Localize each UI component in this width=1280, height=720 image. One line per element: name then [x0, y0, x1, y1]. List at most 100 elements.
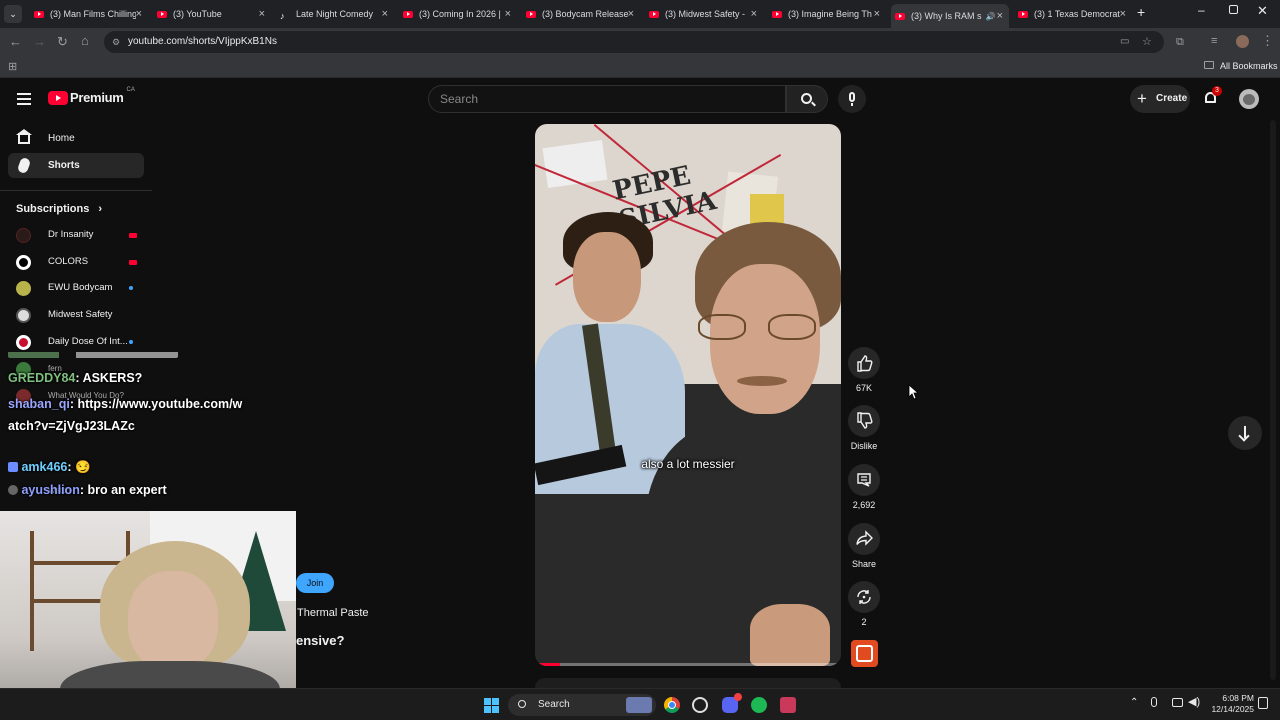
spotify-taskbar-icon[interactable]	[751, 697, 767, 713]
create-button[interactable]: + Create	[1130, 85, 1190, 113]
like-button[interactable]	[848, 347, 880, 379]
like-count: 67K	[855, 383, 872, 393]
browser-tab[interactable]: (3) Why Is RAM s 🔊 ×	[891, 4, 1009, 28]
remix-button[interactable]	[848, 581, 880, 613]
next-video-peek	[535, 678, 841, 688]
channel-avatar-thumb[interactable]	[851, 640, 878, 667]
forward-icon[interactable]: →	[33, 35, 46, 49]
notifications-button[interactable]: 3	[1203, 86, 1222, 106]
chrome-menu-icon[interactable]: ⋮	[1261, 34, 1274, 48]
clock[interactable]: 6:08 PM 12/14/2025	[1204, 693, 1254, 715]
volume-icon[interactable]: ◀)	[1188, 695, 1200, 708]
profile-avatar[interactable]	[1236, 35, 1249, 48]
taskbar-search[interactable]: Search	[508, 694, 656, 716]
network-icon[interactable]	[1172, 698, 1183, 707]
tray-chevron-icon[interactable]: ⌃	[1130, 697, 1138, 708]
tab-title: (3) Bodycam Release	[542, 9, 628, 19]
browser-tab[interactable]: ♪ Late Night Comedy ×	[276, 4, 394, 24]
man-left-face	[573, 232, 641, 322]
shorts-icon	[16, 156, 32, 175]
subscription-item[interactable]: Daily Dose Of Int...	[16, 332, 146, 352]
discord-taskbar-icon[interactable]	[722, 693, 742, 713]
address-bar[interactable]: ⚙ youtube.com/shorts/VIjppKxB1Ns ▭ ☆	[104, 31, 1164, 53]
channel-avatar	[16, 335, 31, 350]
bookmark-star-icon[interactable]: ☆	[1142, 31, 1152, 53]
subscriptions-heading[interactable]: Subscriptions ›	[16, 203, 102, 215]
close-tab-icon[interactable]: ×	[997, 10, 1003, 22]
cast-icon[interactable]: ▭	[1120, 31, 1129, 53]
short-title-fragment[interactable]: ensive?	[296, 633, 344, 648]
tab-search-dropdown[interactable]: ⌄	[4, 5, 22, 23]
close-tab-icon[interactable]: ×	[259, 8, 265, 20]
microphone-tray-icon[interactable]	[1151, 697, 1157, 707]
close-tab-icon[interactable]: ×	[382, 8, 388, 20]
thumbs-down-icon	[857, 412, 873, 429]
restore-button[interactable]	[1229, 5, 1238, 14]
minimize-button[interactable]: –	[1198, 3, 1205, 17]
close-window-button[interactable]: ✕	[1257, 3, 1268, 19]
page-scrollbar[interactable]	[1270, 120, 1276, 680]
close-tab-icon[interactable]: ×	[628, 8, 634, 20]
streamer-face	[128, 571, 218, 671]
reload-icon[interactable]: ↻	[57, 35, 68, 49]
app-taskbar-icon[interactable]	[780, 697, 796, 713]
tab-title: (3) 1 Texas Democrat	[1034, 9, 1120, 19]
search-input[interactable]: Search	[428, 85, 786, 113]
browser-tab[interactable]: (3) Man Films Chilling ×	[30, 4, 148, 24]
chrome-taskbar-icon[interactable]	[664, 697, 680, 713]
sidebar-item-home[interactable]: Home	[8, 126, 144, 151]
account-avatar[interactable]	[1239, 89, 1259, 109]
clock-date: 12/14/2025	[1211, 704, 1254, 714]
dislike-button[interactable]	[848, 405, 880, 437]
guide-menu-icon[interactable]	[17, 93, 31, 105]
close-tab-icon[interactable]: ×	[751, 8, 757, 20]
browser-tab[interactable]: (3) Imagine Being Th ×	[768, 4, 886, 24]
channel-name-fragment[interactable]: Thermal Paste	[297, 607, 369, 619]
subscription-item[interactable]: COLORS	[16, 252, 146, 272]
notification-center-icon[interactable]	[1258, 697, 1268, 709]
close-tab-icon[interactable]: ×	[505, 8, 511, 20]
youtube-icon	[157, 10, 167, 18]
back-icon[interactable]: ←	[9, 35, 22, 49]
channel-avatar	[16, 281, 31, 296]
close-tab-icon[interactable]: ×	[1120, 8, 1126, 20]
short-video-player[interactable]: PEPE SILVIA also a lot messier	[535, 124, 841, 666]
sidebar-item-shorts[interactable]: Shorts	[8, 153, 144, 178]
site-info-icon[interactable]: ⚙	[112, 31, 120, 53]
search-button[interactable]	[786, 85, 828, 113]
share-button[interactable]	[848, 523, 880, 555]
browser-toolbar: ← → ↻ ⌂ ⚙ youtube.com/shorts/VIjppKxB1Ns…	[0, 28, 1280, 56]
subscription-item[interactable]: Dr Insanity	[16, 225, 146, 245]
all-bookmarks-link[interactable]: All Bookmarks	[1220, 61, 1278, 71]
next-short-button[interactable]	[1228, 416, 1262, 450]
progress-bar-track[interactable]	[539, 663, 837, 666]
subscription-item[interactable]: Midwest Safety	[16, 305, 146, 325]
subscription-item[interactable]: EWU Bodycam	[16, 278, 146, 298]
voice-search-button[interactable]	[838, 85, 866, 113]
plus-icon: +	[1137, 89, 1147, 108]
audio-playing-icon[interactable]: 🔊	[986, 12, 996, 21]
close-tab-icon[interactable]: ×	[874, 8, 880, 20]
apps-grid-icon[interactable]: ⊞	[8, 60, 17, 73]
browser-tab[interactable]: (3) YouTube ×	[153, 4, 271, 24]
tab-title: (3) Midwest Safety -	[665, 9, 746, 19]
join-button[interactable]: Join	[296, 573, 334, 593]
extensions-icon[interactable]: ⧉	[1176, 35, 1184, 49]
windows-start-icon[interactable]	[484, 698, 499, 713]
browser-tab[interactable]: (3) Midwest Safety - ×	[645, 4, 763, 24]
thumbs-up-icon	[857, 355, 873, 372]
logo-premium-text: Premium	[70, 90, 124, 105]
chat-message: shaban_qi: https://www.youtube.com/watch…	[8, 397, 243, 433]
browser-tab[interactable]: (3) Bodycam Release ×	[522, 4, 640, 24]
home-browser-icon[interactable]: ⌂	[81, 34, 89, 48]
comments-button[interactable]	[848, 464, 880, 496]
youtube-logo[interactable]: Premium CA	[48, 87, 135, 105]
close-tab-icon[interactable]: ×	[136, 8, 142, 20]
new-tab-button[interactable]: +	[1137, 4, 1145, 20]
browser-tab[interactable]: (3) Coming In 2026 | ×	[399, 4, 517, 24]
browser-tab[interactable]: (3) 1 Texas Democrat ×	[1014, 4, 1132, 24]
media-controls-icon[interactable]: ≡	[1211, 34, 1217, 48]
microphone-icon	[849, 92, 855, 102]
obs-taskbar-icon[interactable]	[692, 697, 708, 713]
channel-avatar	[16, 255, 31, 270]
